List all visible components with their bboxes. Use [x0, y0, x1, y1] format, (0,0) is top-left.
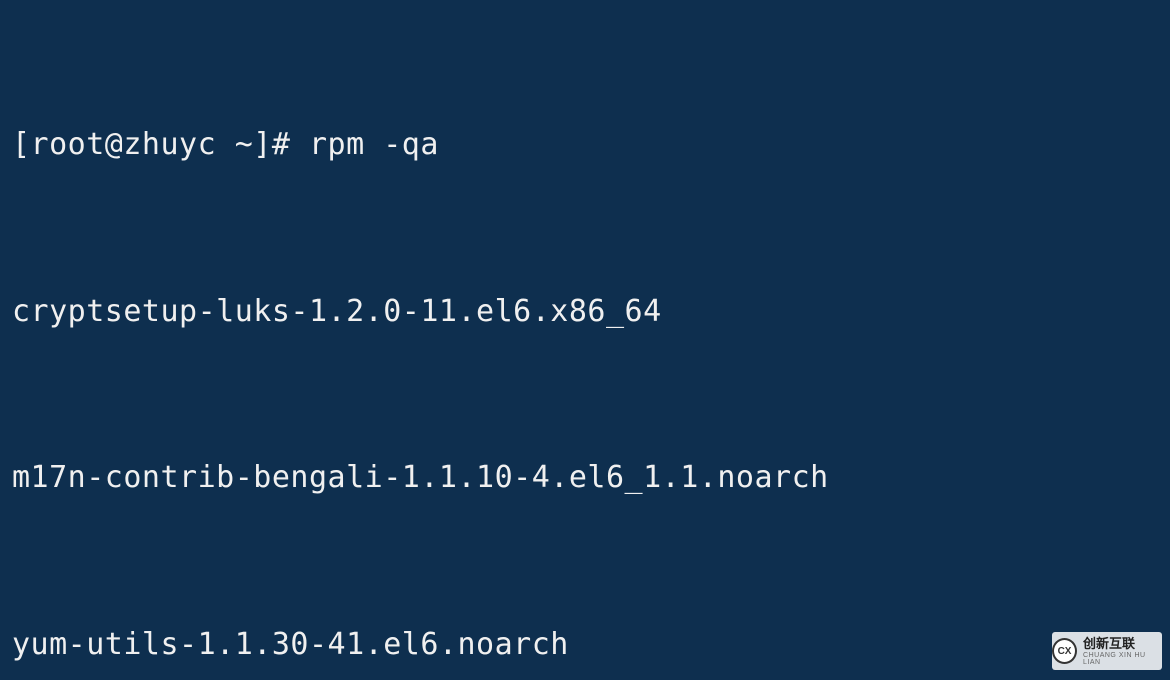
output-line: m17n-contrib-bengali-1.1.10-4.el6_1.1.no… [12, 450, 1158, 506]
watermark-cn: 创新互联 [1083, 637, 1162, 650]
watermark-en: CHUANG XIN HU LIAN [1083, 652, 1162, 666]
prompt-line: [root@zhuyc ~]# rpm -qa [12, 117, 1158, 173]
output-line: yum-utils-1.1.30-41.el6.noarch [12, 617, 1158, 673]
terminal-window[interactable]: [root@zhuyc ~]# rpm -qa cryptsetup-luks-… [0, 0, 1170, 680]
shell-prompt: [root@zhuyc ~]# [12, 127, 309, 162]
output-line: cryptsetup-luks-1.2.0-11.el6.x86_64 [12, 284, 1158, 340]
watermark-badge: CX 创新互联 CHUANG XIN HU LIAN [1052, 632, 1162, 670]
watermark-logo-icon: CX [1052, 638, 1077, 664]
watermark-text: 创新互联 CHUANG XIN HU LIAN [1083, 637, 1162, 666]
command-text: rpm -qa [309, 127, 439, 162]
